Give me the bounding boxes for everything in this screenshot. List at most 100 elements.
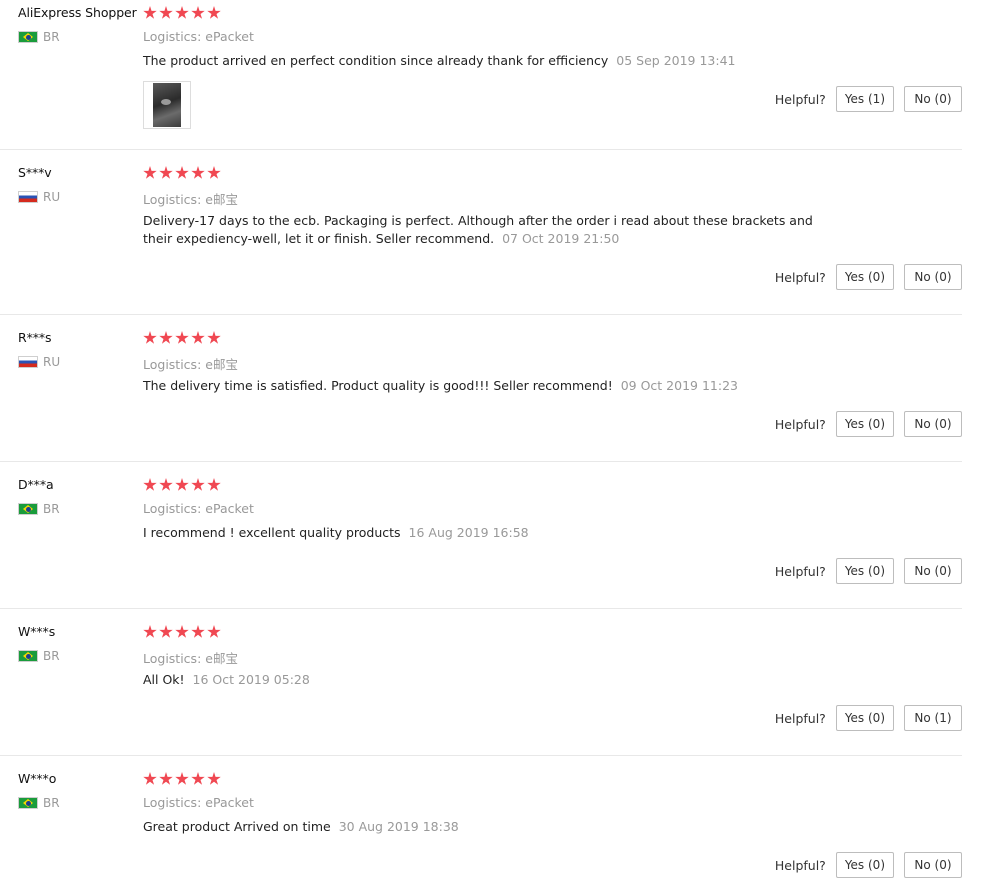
no-vote-button[interactable]: No (1) [904,705,962,731]
yes-vote-button[interactable]: Yes (1) [835,86,894,112]
russia-flag-icon [18,191,38,203]
star-icon [143,772,157,785]
logistics-label: Logistics: [143,192,202,207]
no-vote-button[interactable]: No (0) [904,86,962,112]
star-icon [191,166,205,179]
helpful-label: Helpful? [774,91,826,107]
review-item: W***o BR Logistics: ePacket Great produc… [0,756,962,886]
star-icon [175,6,189,19]
logistics-value: ePacket [205,29,254,44]
logistics-value: ePacket [205,501,254,516]
yes-vote-button[interactable]: Yes (0) [835,264,894,290]
reviewer-name: W***s [18,624,56,639]
brazil-flag-icon [18,650,38,662]
reviewer-name: R***s [18,330,52,345]
star-icon [143,6,157,19]
star-icon [191,772,205,785]
star-icon [143,625,157,638]
review-body: Great product Arrived on time [143,819,331,834]
helpful-label: Helpful? [774,563,826,579]
logistics-info: Logistics: ePacket [143,29,254,44]
star-icon [207,166,221,179]
star-icon [207,331,221,344]
star-rating [143,331,221,345]
review-date: 05 Sep 2019 13:41 [616,53,736,68]
yes-vote-button[interactable]: Yes (0) [835,852,894,878]
star-icon [207,478,221,491]
star-icon [159,6,173,19]
yes-vote-button[interactable]: Yes (0) [835,705,894,731]
yes-vote-button[interactable]: Yes (0) [835,558,894,584]
star-icon [175,166,189,179]
country-code: RU [43,355,61,369]
review-text: All Ok! 16 Oct 2019 05:28 [143,671,843,689]
review-date: 09 Oct 2019 11:23 [620,378,738,393]
review-photo-thumbnail[interactable] [143,81,191,129]
reviewer-name: D***a [18,477,54,492]
review-date: 07 Oct 2019 21:50 [502,231,620,246]
review-item: W***s BR Logistics: e邮宝 All Ok! 16 Oct 2… [0,609,962,756]
star-rating [143,478,221,492]
star-icon [207,6,221,19]
review-text: Great product Arrived on time 30 Aug 201… [143,818,843,836]
review-body: I recommend ! excellent quality products [143,525,401,540]
review-photo [153,83,181,127]
helpful-vote: Helpful? Yes (0) No (0) [775,264,962,290]
no-vote-button[interactable]: No (0) [904,411,962,437]
russia-flag-icon [18,356,38,368]
star-icon [175,478,189,491]
brazil-flag-icon [18,503,38,515]
review-text: Delivery-17 days to the ecb. Packaging i… [143,212,833,248]
review-body: All Ok! [143,672,185,687]
no-vote-button[interactable]: No (0) [904,264,962,290]
review-text: The delivery time is satisfied. Product … [143,377,843,395]
no-vote-button[interactable]: No (0) [904,558,962,584]
logistics-value: e邮宝 [205,651,238,666]
star-icon [191,331,205,344]
review-date: 16 Oct 2019 05:28 [192,672,310,687]
star-rating [143,625,221,639]
reviewer-country: BR [18,649,60,663]
reviewer-country: RU [18,190,60,204]
review-date: 16 Aug 2019 16:58 [408,525,529,540]
reviewer-country: BR [18,796,60,810]
no-vote-button[interactable]: No (0) [904,852,962,878]
star-rating [143,6,221,20]
helpful-vote: Helpful? Yes (0) No (0) [775,852,962,878]
star-icon [159,166,173,179]
review-item: R***s RU Logistics: e邮宝 The delivery tim… [0,315,962,462]
reviewer-name: W***o [18,771,57,786]
reviewer-country: RU [18,355,60,369]
country-code: BR [43,30,60,44]
logistics-label: Logistics: [143,501,202,516]
logistics-value: ePacket [205,795,254,810]
helpful-label: Helpful? [774,857,826,873]
yes-vote-button[interactable]: Yes (0) [835,411,894,437]
star-icon [191,625,205,638]
helpful-label: Helpful? [774,710,826,726]
star-icon [175,772,189,785]
brazil-flag-icon [18,31,38,43]
review-body: Delivery-17 days to the ecb. Packaging i… [143,213,813,246]
country-code: BR [43,502,60,516]
star-icon [159,331,173,344]
star-icon [143,166,157,179]
brazil-flag-icon [18,797,38,809]
reviewer-name: S***v [18,165,52,180]
helpful-vote: Helpful? Yes (1) No (0) [775,86,962,112]
star-rating [143,166,221,180]
review-item: AliExpress Shopper BR Logistics: ePacket… [0,0,962,150]
review-body: The delivery time is satisfied. Product … [143,378,613,393]
reviewer-name: AliExpress Shopper [18,5,137,20]
logistics-label: Logistics: [143,795,202,810]
logistics-label: Logistics: [143,357,202,372]
star-icon [159,625,173,638]
review-item: S***v RU Logistics: e邮宝 Delivery-17 days… [0,150,962,315]
reviewer-country: BR [18,30,60,44]
logistics-label: Logistics: [143,651,202,666]
helpful-label: Helpful? [774,269,826,285]
helpful-vote: Helpful? Yes (0) No (0) [775,411,962,437]
logistics-label: Logistics: [143,29,202,44]
logistics-value: e邮宝 [205,192,238,207]
review-text: I recommend ! excellent quality products… [143,524,843,542]
